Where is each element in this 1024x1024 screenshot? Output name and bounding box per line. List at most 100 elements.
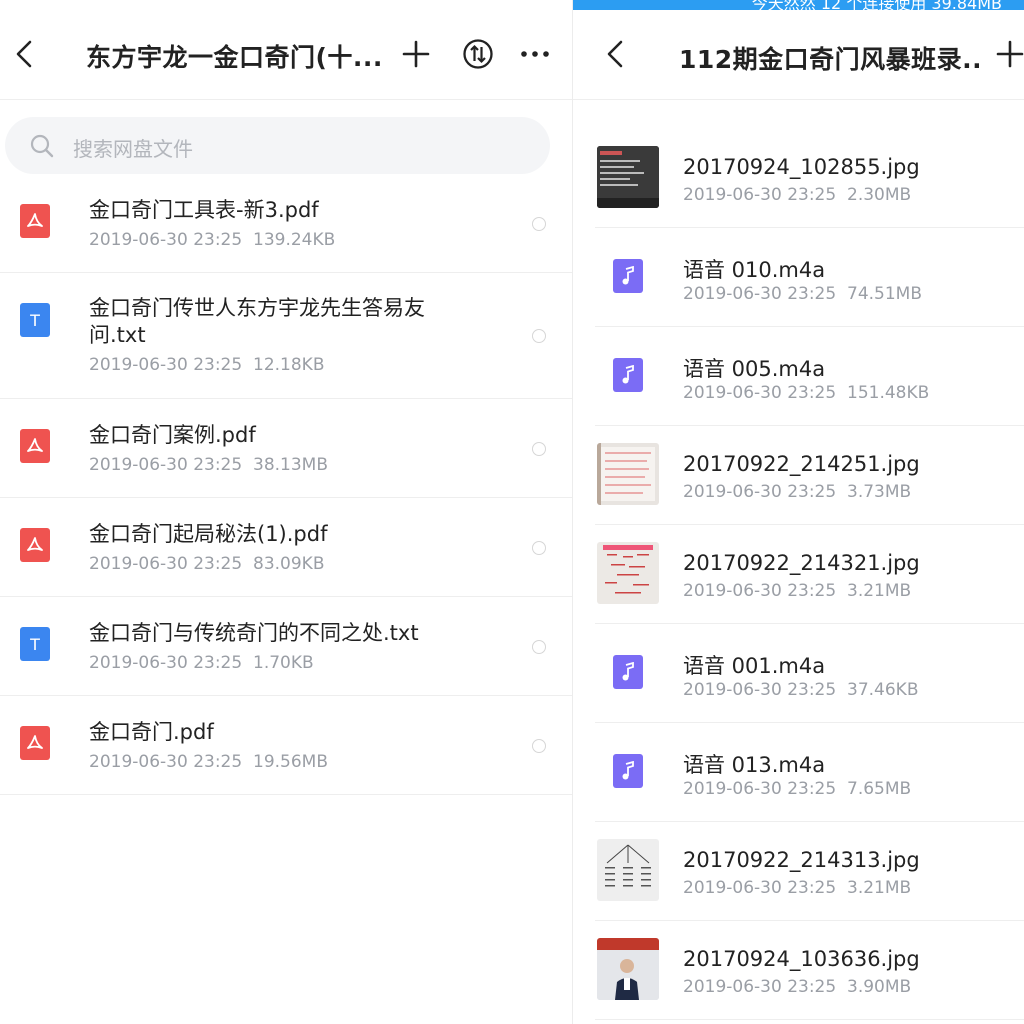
file-date: 2019-06-30 23:25 (89, 554, 243, 574)
file-row[interactable]: 金口奇门案例.pdf 2019-06-30 23:25 38.13MB (0, 399, 572, 498)
audio-file-icon (613, 358, 643, 392)
file-date: 2019-06-30 23:25 (89, 653, 243, 673)
file-row[interactable]: 20170924_103636.jpg 2019-06-30 23:25 3.9… (595, 921, 1024, 1020)
file-row[interactable]: 20170922_214251.jpg 2019-06-30 23:25 3.7… (595, 426, 1024, 525)
file-date: 2019-06-30 23:25 (683, 581, 837, 601)
file-row[interactable]: 20170924_102855.jpg 2019-06-30 23:25 2.3… (595, 129, 1024, 228)
left-file-list-panel: 东方宇龙一金口奇门(十... 搜索网盘文件 金口奇门工具表-新3.pdf 201… (0, 0, 572, 1024)
file-meta: 2019-06-30 23:25 1.70KB (89, 653, 314, 673)
pdf-file-icon (20, 204, 50, 238)
file-date: 2019-06-30 23:25 (683, 482, 837, 502)
file-name: 金口奇门.pdf (89, 720, 214, 744)
file-row[interactable]: 语音 010.m4a 2019-06-30 23:25 74.51MB (595, 228, 1024, 327)
file-row[interactable]: 20170922_214321.jpg 2019-06-30 23:25 3.2… (595, 525, 1024, 624)
image-thumbnail (597, 938, 659, 1000)
file-date: 2019-06-30 23:25 (683, 977, 837, 997)
file-meta: 2019-06-30 23:25 19.56MB (89, 752, 328, 772)
folder-title: 112期金口奇门风暴班录... (679, 45, 979, 74)
file-size: 19.56MB (253, 752, 329, 772)
file-name: 20170922_214251.jpg (683, 452, 920, 476)
file-meta: 2019-06-30 23:25 151.48KB (683, 383, 929, 403)
file-meta: 2019-06-30 23:25 83.09KB (89, 554, 325, 574)
file-size: 12.18KB (253, 355, 325, 375)
file-name: 20170922_214321.jpg (683, 551, 920, 575)
file-name: 20170924_103636.jpg (683, 947, 920, 971)
file-size: 1.70KB (253, 653, 314, 673)
file-meta: 2019-06-30 23:25 3.21MB (683, 878, 911, 898)
search-bar[interactable]: 搜索网盘文件 (5, 117, 550, 174)
file-size: 139.24KB (253, 230, 336, 250)
file-name: 金口奇门工具表-新3.pdf (89, 198, 319, 222)
file-date: 2019-06-30 23:25 (89, 355, 243, 375)
file-size: 38.13MB (253, 455, 329, 475)
right-header: 112期金口奇门风暴班录... (573, 10, 1024, 100)
more-icon[interactable] (518, 36, 552, 72)
search-placeholder: 搜索网盘文件 (73, 137, 193, 161)
status-bar: 今天然然 12 个连接使用 39.84MB (573, 0, 1024, 10)
image-thumbnail (597, 839, 659, 901)
file-size: 3.73MB (847, 482, 912, 502)
status-text: 今天然然 12 个连接使用 39.84MB (751, 0, 1002, 10)
back-icon[interactable] (603, 36, 629, 72)
right-file-list-panel: 今天然然 12 个连接使用 39.84MB 2019-06-30 23:25 1… (572, 0, 1024, 1024)
file-name: 金口奇门起局秘法(1).pdf (89, 522, 328, 546)
file-size: 37.46KB (847, 680, 919, 700)
file-row[interactable]: 金口奇门工具表-新3.pdf 2019-06-30 23:25 139.24KB (0, 174, 572, 273)
file-meta: 2019-06-30 23:25 3.21MB (683, 581, 911, 601)
file-name: 20170924_102855.jpg (683, 155, 920, 179)
file-date: 2019-06-30 23:25 (89, 752, 243, 772)
file-date: 2019-06-30 23:25 (683, 383, 837, 403)
audio-file-icon (613, 259, 643, 293)
pdf-file-icon (20, 429, 50, 463)
file-size: 3.21MB (847, 878, 912, 898)
file-name: 语音 013.m4a (683, 753, 826, 777)
select-radio[interactable] (532, 329, 546, 343)
file-meta: 2019-06-30 23:25 3.90MB (683, 977, 911, 997)
plus-icon[interactable] (993, 36, 1024, 72)
file-name: 金口奇门传世人东方宇龙先生答易友问.txt (89, 296, 425, 347)
select-radio[interactable] (532, 442, 546, 456)
file-name: 语音 010.m4a (683, 258, 826, 282)
file-row[interactable]: 语音 005.m4a 2019-06-30 23:25 151.48KB (595, 327, 1024, 426)
file-row[interactable]: T 金口奇门传世人东方宇龙先生答易友问.txt 2019-06-30 23:25… (0, 273, 572, 399)
file-date: 2019-06-30 23:25 (683, 779, 837, 799)
file-size: 3.90MB (847, 977, 912, 997)
pdf-file-icon (20, 528, 50, 562)
file-meta: 2019-06-30 23:25 139.24KB (89, 230, 335, 250)
file-name: 语音 001.m4a (683, 654, 826, 678)
file-meta: 2019-06-30 23:25 37.46KB (683, 680, 919, 700)
file-meta: 2019-06-30 23:25 2.30MB (683, 185, 911, 205)
file-date: 2019-06-30 23:25 (89, 455, 243, 475)
left-header: 东方宇龙一金口奇门(十... (0, 0, 572, 100)
image-thumbnail (597, 443, 659, 505)
file-row[interactable]: 20170922_214313.jpg 2019-06-30 23:25 3.2… (595, 822, 1024, 921)
plus-icon[interactable] (399, 36, 433, 72)
file-row[interactable]: 语音 013.m4a 2019-06-30 23:25 7.65MB (595, 723, 1024, 822)
file-meta: 2019-06-30 23:25 3.73MB (683, 482, 911, 502)
select-radio[interactable] (532, 541, 546, 555)
file-meta: 2019-06-30 23:25 74.51MB (683, 284, 922, 304)
file-meta: 2019-06-30 23:25 12.18KB (89, 355, 325, 375)
file-row[interactable]: 金口奇门.pdf 2019-06-30 23:25 19.56MB (0, 696, 572, 795)
file-row[interactable]: 金口奇门起局秘法(1).pdf 2019-06-30 23:25 83.09KB (0, 498, 572, 597)
file-row[interactable]: 语音 001.m4a 2019-06-30 23:25 37.46KB (595, 624, 1024, 723)
file-name: 金口奇门案例.pdf (89, 423, 256, 447)
select-radio[interactable] (532, 739, 546, 753)
select-radio[interactable] (532, 640, 546, 654)
file-size: 151.48KB (847, 383, 930, 403)
file-date: 2019-06-30 23:25 (683, 284, 837, 304)
back-icon[interactable] (12, 36, 38, 72)
audio-file-icon (613, 655, 643, 689)
txt-file-icon: T (20, 303, 50, 337)
select-radio[interactable] (532, 217, 546, 231)
file-row[interactable]: T 金口奇门与传统奇门的不同之处.txt 2019-06-30 23:25 1.… (0, 597, 572, 696)
audio-file-icon (613, 754, 643, 788)
image-thumbnail (597, 146, 659, 208)
search-icon (30, 134, 54, 158)
folder-title: 东方宇龙一金口奇门(十... (86, 43, 383, 72)
file-date: 2019-06-30 23:25 (683, 878, 837, 898)
sort-icon[interactable] (461, 36, 495, 72)
txt-file-icon: T (20, 627, 50, 661)
file-size: 74.51MB (847, 284, 923, 304)
pdf-file-icon (20, 726, 50, 760)
